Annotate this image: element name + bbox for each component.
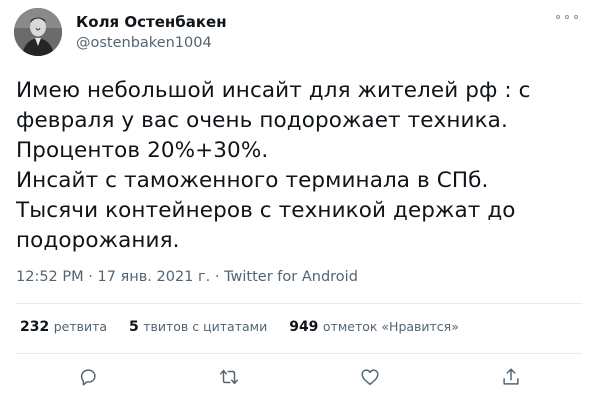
divider (16, 353, 582, 354)
quotes-stat[interactable]: 5 твитов с цитатами (129, 317, 267, 337)
author-name[interactable]: Коля Остенбакен (76, 12, 227, 32)
share-icon (503, 368, 519, 385)
avatar-photo-icon (14, 8, 62, 56)
meta-separator: · (210, 269, 225, 285)
likes-label: отметок «Нравится» (322, 319, 459, 334)
tweet-time[interactable]: 12:52 PM (16, 269, 84, 285)
author-handle[interactable]: @ostenbaken1004 (76, 33, 212, 53)
retweets-count: 232 (20, 319, 50, 335)
quotes-count: 5 (129, 319, 139, 335)
avatar[interactable] (14, 8, 62, 56)
retweet-icon (220, 369, 238, 385)
dot-icon (565, 15, 569, 19)
likes-stat[interactable]: 949 отметок «Нравится» (289, 317, 459, 337)
action-bar (0, 364, 598, 392)
tweet-source[interactable]: Twitter for Android (224, 269, 358, 285)
dot-icon (556, 15, 560, 19)
likes-count: 949 (289, 319, 319, 335)
tweet-date[interactable]: 17 янв. 2021 г. (97, 269, 210, 285)
retweets-label: ретвита (53, 319, 108, 334)
retweet-button[interactable] (216, 364, 242, 390)
quotes-label: твитов с цитатами (143, 319, 268, 334)
dot-icon (574, 15, 578, 19)
more-options-icon[interactable] (556, 12, 578, 22)
divider (16, 303, 582, 304)
reply-button[interactable] (75, 364, 101, 390)
tweet-card: Коля Остенбакен @ostenbaken1004 Имею неб… (0, 0, 598, 402)
tweet-meta: 12:52 PM · 17 янв. 2021 г. · Twitter for… (16, 267, 358, 287)
tweet-stats: 232 ретвита 5 твитов с цитатами 949 отме… (20, 317, 459, 337)
like-icon (361, 369, 379, 386)
reply-icon (80, 369, 96, 386)
meta-separator: · (83, 269, 98, 285)
like-button[interactable] (357, 364, 383, 390)
retweets-stat[interactable]: 232 ретвита (20, 317, 107, 337)
share-button[interactable] (498, 364, 524, 390)
tweet-text: Имею небольшой инсайт для жителей рф : с… (16, 78, 531, 253)
